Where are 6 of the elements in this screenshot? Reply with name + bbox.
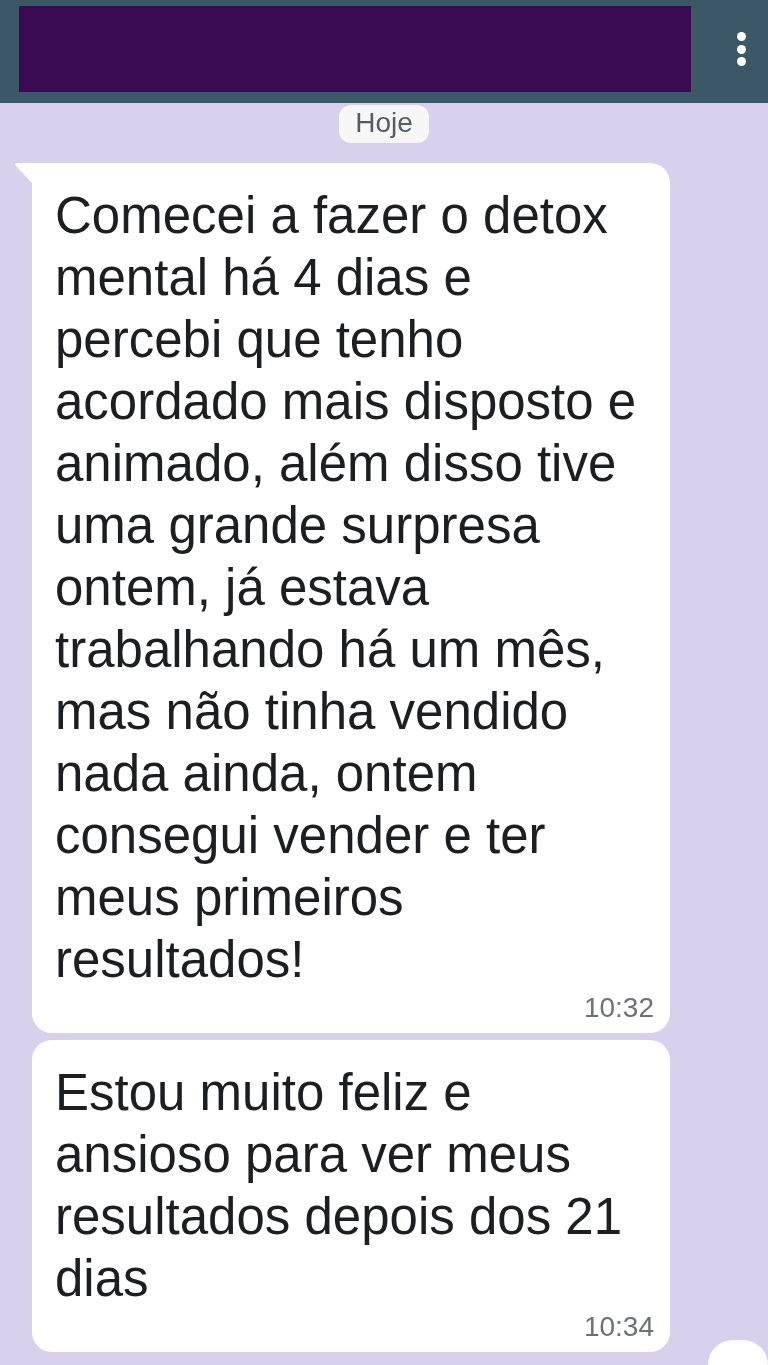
date-chip: Hoje (339, 105, 429, 143)
message-text: Comecei a fazer o detox mental há 4 dias e percebi que tenho acordado mais disposto e animado, além disso tive uma grande surpresa ontem, já estava trabalhando há um mês, mas não tinha vendido nada ainda, ontem consegui vender e ter meus primeiros resultados! (55, 186, 638, 990)
menu-icon[interactable] (736, 32, 746, 66)
message-text: Estou muito feliz e ansioso para ver meus resultados depois dos 21 dias (55, 1063, 624, 1309)
message-time: 10:32 (583, 991, 654, 1025)
message-time: 10:34 (583, 1310, 654, 1344)
